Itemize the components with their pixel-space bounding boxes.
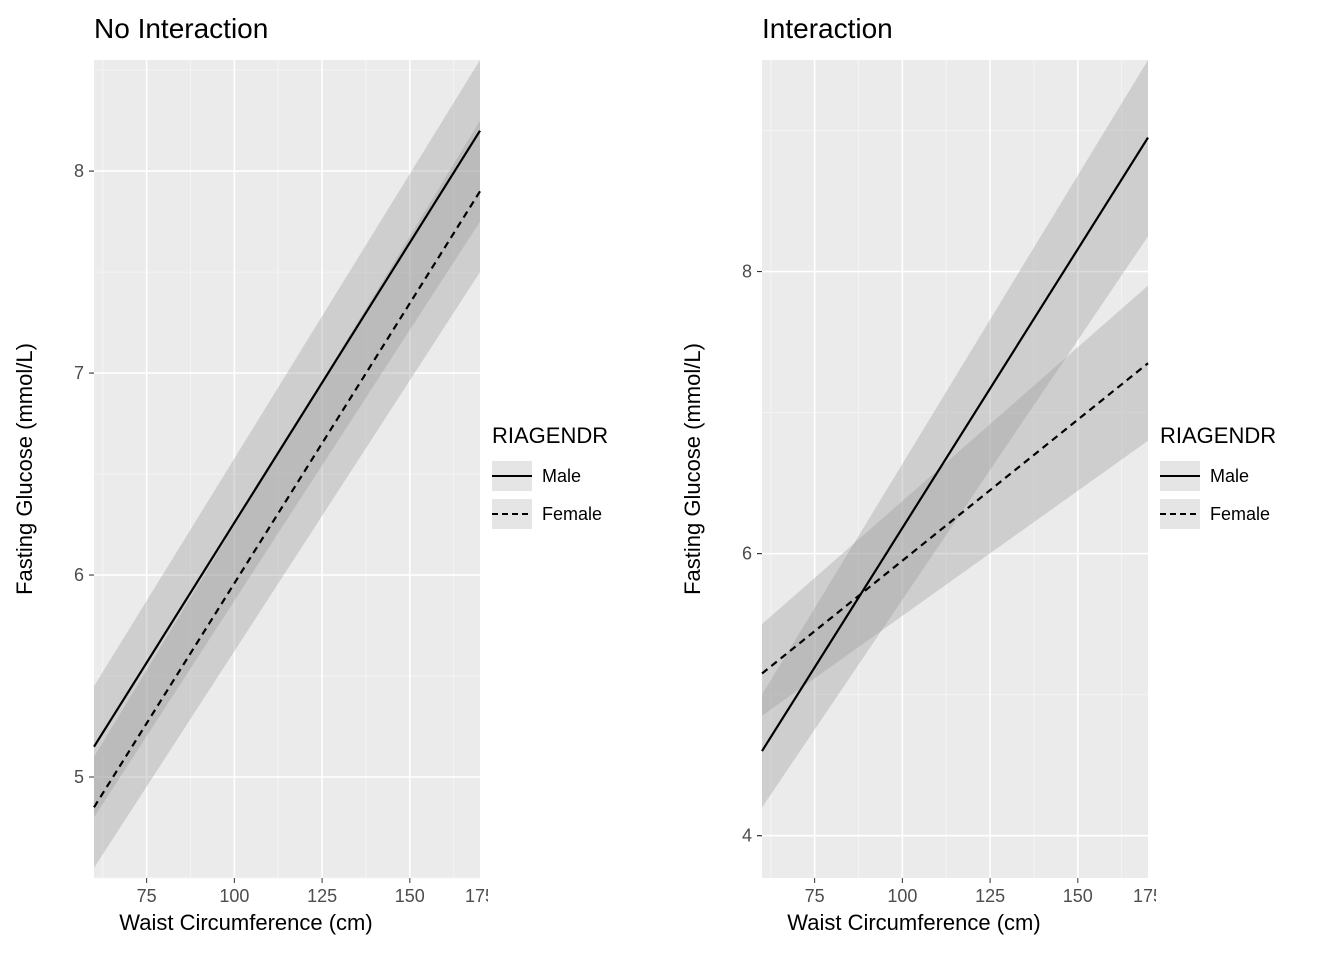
- y-tick-label: 6: [742, 544, 752, 564]
- x-tick-label: 175: [465, 886, 488, 906]
- x-tick-label: 100: [219, 886, 249, 906]
- y-tick-label: 7: [74, 363, 84, 383]
- legend-label-male: Male: [542, 466, 581, 487]
- legend-label-male: Male: [1210, 466, 1249, 487]
- x-tick-label: 125: [975, 886, 1005, 906]
- panel-title: No Interaction: [4, 8, 488, 54]
- legend-item-male: Male: [492, 461, 672, 491]
- legend-item-female: Female: [1160, 499, 1340, 529]
- legend: RIAGENDR Male Female: [1156, 8, 1340, 952]
- x-tick-label: 175: [1133, 886, 1156, 906]
- y-tick-label: 5: [74, 767, 84, 787]
- x-axis-label: Waist Circumference (cm): [4, 908, 488, 952]
- y-tick-label: 8: [742, 262, 752, 282]
- panel-interaction: Interaction 75 100 125 150 175 4 6 8 Fasting Glu…: [672, 8, 1340, 952]
- y-tick-label: 6: [74, 565, 84, 585]
- legend-key-female: [1160, 499, 1200, 529]
- figure-container: No Interaction 75 100 125 150 175 5 6 7 8 Fasting…: [0, 0, 1344, 960]
- plot-area-left: 75 100 125 150 175 5 6 7 8 Fasting Glucose (mmol/…: [4, 54, 488, 908]
- y-tick-label: 4: [742, 826, 752, 846]
- x-tick-label: 125: [307, 886, 337, 906]
- legend-title: RIAGENDR: [492, 423, 672, 449]
- legend-key-female: [492, 499, 532, 529]
- y-axis-label: Fasting Glucose (mmol/L): [680, 343, 705, 595]
- panel-no-interaction: No Interaction 75 100 125 150 175 5 6 7 8 Fasting…: [4, 8, 672, 952]
- legend-label-female: Female: [542, 504, 602, 525]
- x-tick-label: 150: [1063, 886, 1093, 906]
- y-tick-label: 8: [74, 161, 84, 181]
- x-tick-label: 75: [805, 886, 825, 906]
- y-axis-label: Fasting Glucose (mmol/L): [12, 343, 37, 595]
- legend-item-male: Male: [1160, 461, 1340, 491]
- legend-label-female: Female: [1210, 504, 1270, 525]
- legend-title: RIAGENDR: [1160, 423, 1340, 449]
- x-tick-label: 150: [395, 886, 425, 906]
- plot-area-right: 75 100 125 150 175 4 6 8 Fasting Glucose (mmol/L…: [672, 54, 1156, 908]
- x-tick-label: 100: [887, 886, 917, 906]
- legend: RIAGENDR Male Female: [488, 8, 672, 952]
- legend-key-male: [492, 461, 532, 491]
- legend-key-male: [1160, 461, 1200, 491]
- panel-title: Interaction: [672, 8, 1156, 54]
- x-tick-label: 75: [137, 886, 157, 906]
- legend-item-female: Female: [492, 499, 672, 529]
- x-axis-label: Waist Circumference (cm): [672, 908, 1156, 952]
